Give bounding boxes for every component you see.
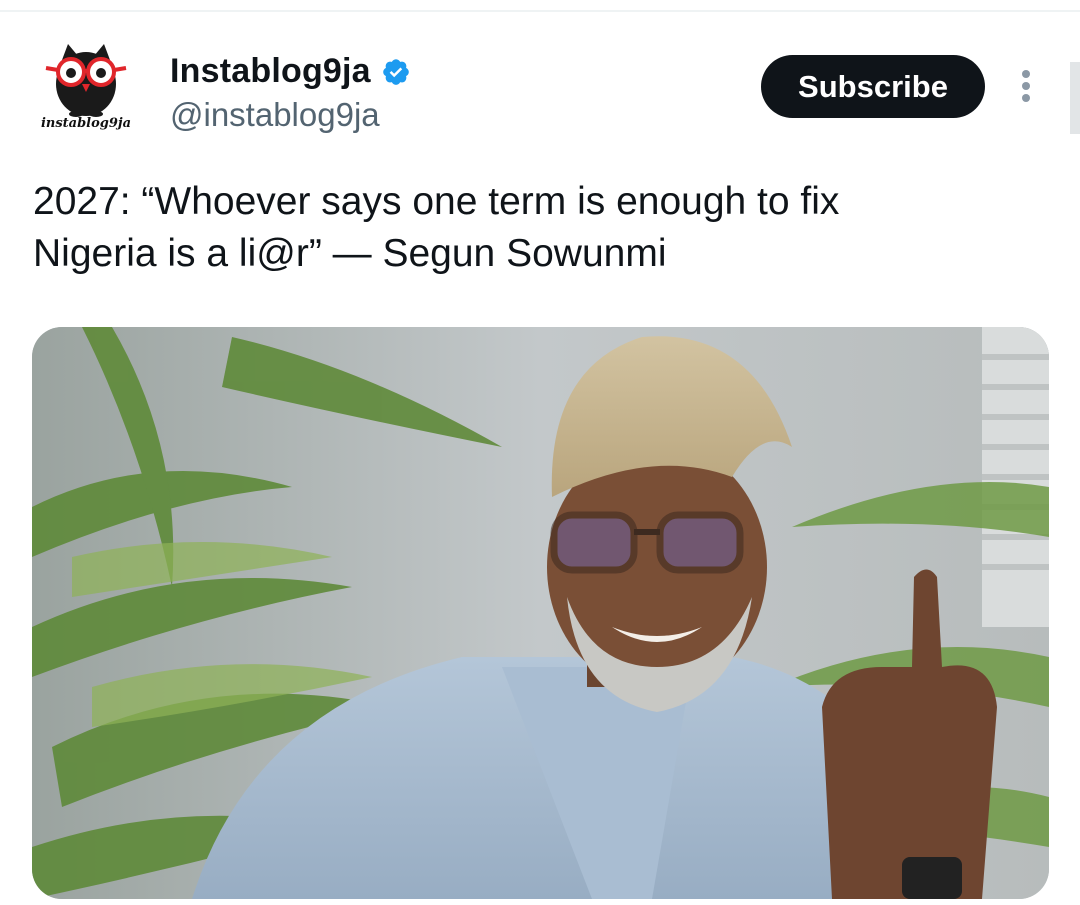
- tweet-media-photo[interactable]: [32, 327, 1049, 899]
- more-dot: [1022, 82, 1030, 90]
- tweet-text-line: Nigeria is a li@r” — Segun Sowunmi: [33, 232, 667, 275]
- tweet-page: instablog9ja Instablog9ja @instablog9ja …: [0, 0, 1080, 905]
- scrollbar-thumb[interactable]: [1070, 62, 1080, 134]
- more-vertical-icon[interactable]: [1012, 66, 1040, 106]
- photo-man-with-glasses-raising-finger: [32, 327, 1049, 899]
- author-handle[interactable]: @instablog9ja: [170, 96, 380, 134]
- author-name-row[interactable]: Instablog9ja: [170, 52, 411, 91]
- verified-badge-icon: [382, 58, 409, 85]
- top-divider: [0, 10, 1080, 12]
- avatar-wordmark: instablog9ja: [40, 116, 132, 131]
- tweet-text-line: 2027: “Whoever says one term is enough t…: [33, 180, 840, 223]
- tweet-text: 2027: “Whoever says one term is enough t…: [33, 176, 993, 280]
- display-name[interactable]: Instablog9ja: [170, 52, 371, 91]
- more-dot: [1022, 94, 1030, 102]
- avatar[interactable]: instablog9ja: [36, 40, 136, 140]
- subscribe-button[interactable]: Subscribe: [761, 55, 985, 118]
- more-dot: [1022, 70, 1030, 78]
- owl-with-red-glasses-icon: [45, 44, 127, 117]
